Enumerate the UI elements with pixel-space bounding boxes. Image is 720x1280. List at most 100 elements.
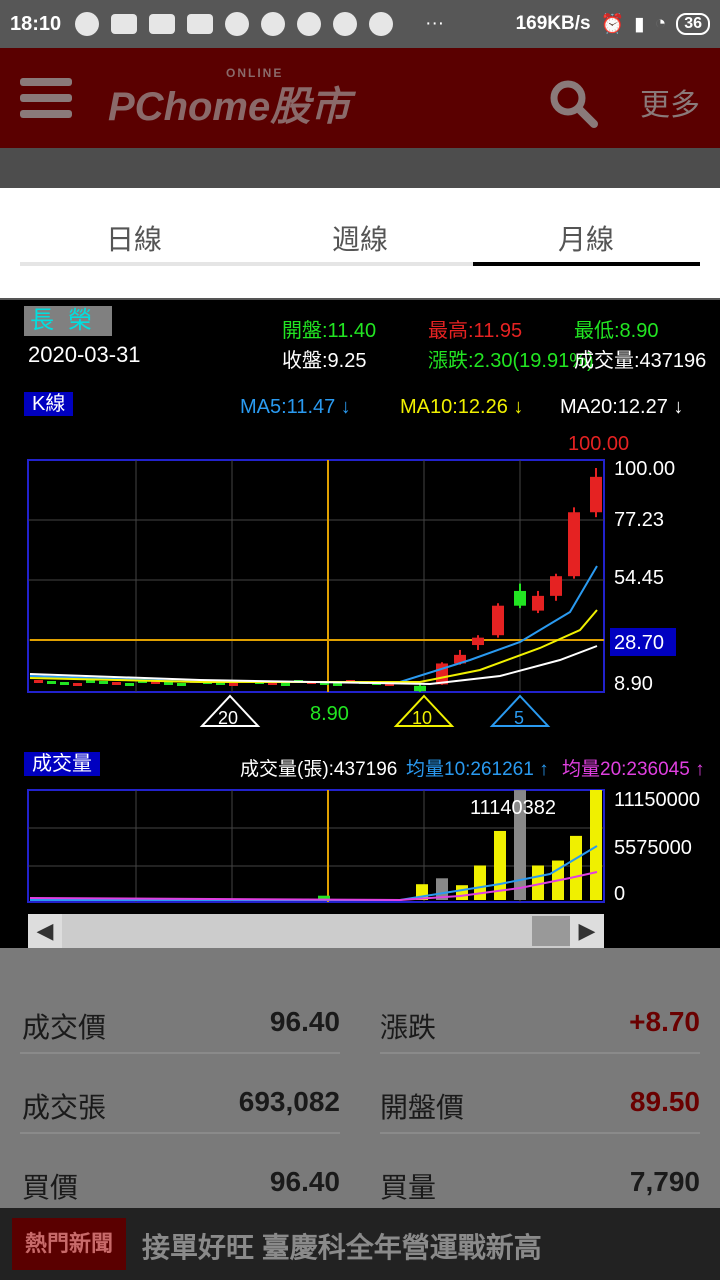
net-speed: 169KB/s: [515, 13, 591, 34]
divider: [20, 1132, 340, 1134]
ma10-marker-label: 10: [412, 708, 432, 728]
ma20-marker-label: 20: [218, 708, 238, 728]
news-headline[interactable]: 接單好旺 臺慶科全年營運戰新高: [142, 1226, 542, 1266]
ma5-value: MA5:11.47 ↓: [240, 396, 351, 418]
scroll-right-button[interactable]: ▶: [570, 914, 604, 948]
chrome-icon-2: [261, 12, 286, 36]
youtube-icon-2: [149, 14, 176, 34]
chrome-icon-3: [297, 12, 322, 36]
avg20-value: 均量20:236045 ↑: [562, 759, 705, 780]
volume-bar: [590, 790, 602, 900]
low-price-label: 8.90: [310, 703, 349, 725]
divider: [20, 1052, 340, 1054]
candle: [34, 680, 43, 683]
quote-label: 買量: [380, 1172, 437, 1203]
mail-icon: [187, 14, 214, 34]
kline-chart[interactable]: 100.00 100.00 77.23 54.45 8.90 28.70 20 …: [0, 420, 720, 740]
menu-icon[interactable]: [20, 78, 72, 118]
news-bar[interactable]: 熱門新聞 接單好旺 臺慶科全年營運戰新高: [0, 1208, 720, 1280]
volume-label: 成交量: [24, 752, 100, 776]
status-time: 18:10: [10, 12, 62, 35]
quote-label: 成交張: [22, 1092, 107, 1123]
tab-underline: [20, 262, 700, 266]
tab-daily[interactable]: 日線: [106, 218, 162, 258]
candle: [112, 682, 121, 685]
avg10-value: 均量10:261261 ↑: [406, 759, 549, 780]
signal-icon: ▮: [634, 13, 645, 35]
candle: [492, 605, 504, 636]
facebook-icon: [75, 12, 100, 36]
more-notifications: ···: [425, 13, 445, 34]
quote-label: 開盤價: [380, 1092, 465, 1123]
candle: [164, 682, 173, 685]
tab-active-indicator: [473, 262, 700, 266]
candle: [568, 512, 580, 577]
quote-value: 7,790: [629, 1166, 700, 1197]
vol-tick: 0: [614, 883, 625, 905]
tick-label: 8.90: [614, 673, 653, 695]
period-tabs: 日線 週線 月線: [0, 188, 720, 298]
stock-date: 2020-03-31: [28, 342, 141, 367]
ma5-marker-label: 5: [514, 708, 524, 728]
volume-bar: [456, 885, 468, 900]
battery-icon: 36: [676, 13, 710, 35]
candle: [514, 590, 526, 606]
tab-monthly[interactable]: 月線: [558, 218, 614, 258]
chrome-icon-5: [369, 12, 394, 36]
ma10-value: MA10:12.26 ↓: [400, 396, 524, 418]
avg20-line: [29, 871, 598, 902]
candle: [177, 683, 186, 686]
wifi-icon: ◔: [654, 13, 667, 34]
quote-value: 96.40: [269, 1166, 340, 1197]
more-button[interactable]: 更多: [640, 80, 700, 124]
search-icon[interactable]: [548, 78, 598, 128]
volume-chart[interactable]: 11140382 11150000 5575000 0: [0, 780, 720, 914]
stock-name: 長榮: [24, 306, 112, 336]
tick-label: 100.00: [614, 458, 675, 480]
low-price: 最低:8.90: [574, 320, 659, 342]
scroll-thumb[interactable]: [532, 916, 570, 946]
ma5-line: [29, 565, 598, 683]
chrome-icon-4: [333, 12, 358, 36]
tab-weekly[interactable]: 週線: [332, 218, 388, 258]
logo[interactable]: ONLINE PChome股市: [108, 66, 350, 132]
candle: [47, 681, 56, 684]
candle: [472, 637, 484, 646]
chrome-icon: [225, 12, 250, 36]
candle: [333, 683, 342, 686]
candle: [550, 576, 562, 596]
cursor-price: 28.70: [614, 632, 664, 654]
close-price: 收盤:9.25: [282, 350, 367, 372]
youtube-icon: [111, 14, 138, 34]
volume-value: 成交量:437196: [574, 350, 707, 372]
candle: [229, 683, 238, 686]
vol-tick: 11150000: [614, 789, 700, 811]
max-volume-label: 11140382: [470, 797, 556, 819]
scroll-left-button[interactable]: ◀: [28, 914, 62, 948]
quote-value: 96.40: [269, 1006, 340, 1037]
app-header: ONLINE PChome股市 更多: [0, 48, 720, 148]
tick-label: 77.23: [614, 509, 664, 531]
candle: [125, 683, 134, 686]
quote-label: 成交價: [22, 1012, 107, 1043]
quote-value: +8.70: [629, 1006, 700, 1037]
candle: [281, 683, 290, 686]
chart-scrollbar[interactable]: [28, 914, 604, 948]
quote-label: 漲跌: [380, 1012, 437, 1043]
tick-label: 54.45: [614, 567, 664, 589]
kline-label: K線: [24, 392, 74, 416]
volume-bars: [318, 790, 602, 900]
open-price: 開盤:11.40: [282, 320, 377, 342]
volume-bar: [570, 835, 582, 900]
high-price: 最高:11.95: [428, 320, 523, 342]
news-tag: 熱門新聞: [12, 1218, 126, 1270]
sub-bar: [0, 148, 720, 188]
candle: [60, 682, 69, 685]
avg10-line: [30, 845, 598, 901]
logo-small: ONLINE: [226, 66, 284, 80]
candle: [414, 685, 426, 692]
vol-tick: 5575000: [614, 837, 692, 859]
quote-value: 89.50: [629, 1086, 700, 1117]
volume-current: 成交量(張):437196: [240, 759, 398, 780]
candle: [99, 681, 108, 684]
